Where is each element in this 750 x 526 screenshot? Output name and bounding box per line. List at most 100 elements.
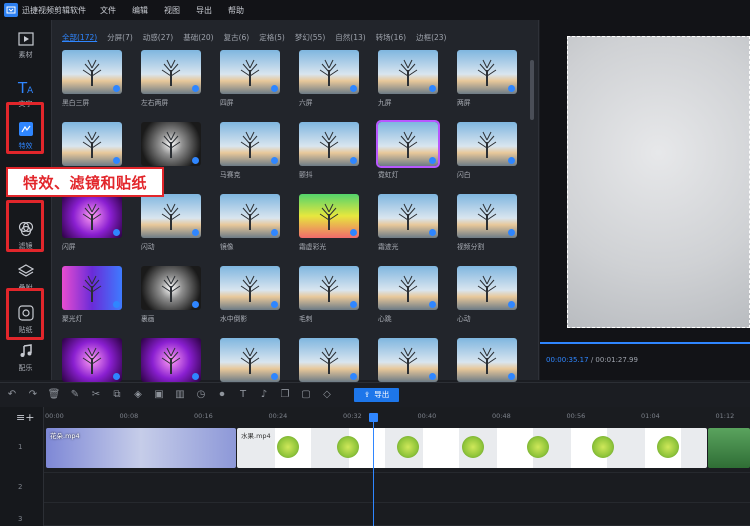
effect-item[interactable]: 心动 (457, 266, 517, 323)
delete-icon[interactable]: 🗑 (48, 389, 61, 401)
undo-icon[interactable]: ↶ (6, 389, 18, 401)
speed-icon[interactable]: ◈ (132, 389, 144, 401)
time-ruler[interactable]: 00:00 00:08 00:16 00:24 00:32 00:40 00:48 00:56… (44, 407, 750, 423)
lime-thumb (527, 436, 549, 458)
duplicate-icon[interactable]: ❐ (279, 389, 291, 401)
tab-transition[interactable]: 转场(16) (376, 32, 406, 43)
track-label-1: 1 (18, 443, 23, 451)
ruler-tick: 01:12 (715, 412, 735, 420)
menu-edit[interactable]: 编辑 (132, 5, 148, 16)
tree-icon (319, 347, 339, 374)
download-badge-icon (350, 301, 357, 308)
effect-item[interactable]: 四屏 (220, 50, 280, 107)
panel-scrollbar[interactable] (530, 60, 534, 120)
effect-thumbnail (457, 266, 517, 310)
volume-icon[interactable]: ♪ (258, 389, 270, 401)
playhead-knob[interactable] (369, 413, 378, 422)
effect-item[interactable]: 聚光灯 (62, 266, 122, 323)
music-icon (20, 344, 32, 357)
ruler-tick: 01:04 (641, 412, 660, 420)
effect-item[interactable]: 霜迹光 (378, 194, 438, 251)
add-track-icon[interactable]: ≡+ (16, 411, 34, 424)
effect-thumbnail (62, 194, 122, 238)
ruler-tick: 00:00 (45, 412, 64, 420)
text-add-icon[interactable]: T (237, 389, 249, 401)
clip-fruit[interactable]: 水果.mp4 (237, 428, 707, 468)
clip-green[interactable] (708, 428, 750, 468)
menu-export[interactable]: 导出 (196, 5, 212, 16)
effect-thumbnail (220, 266, 280, 310)
effect-item[interactable]: 黑白三屏 (62, 50, 122, 107)
effect-item[interactable]: 霜虚彩光 (299, 194, 359, 251)
effect-item[interactable]: 水中倒影 (220, 266, 280, 323)
download-badge-icon (192, 85, 199, 92)
crop-icon[interactable]: ⧉ (111, 389, 123, 401)
clip-flowers[interactable]: 花朵.mp4 (46, 428, 236, 468)
effect-item[interactable]: 心跳 (378, 266, 438, 323)
track-3 (44, 503, 750, 526)
preview-progress[interactable] (540, 342, 750, 344)
effect-thumbnail (141, 50, 201, 94)
tree-icon (240, 347, 260, 374)
download-badge-icon (350, 373, 357, 380)
download-badge-icon (192, 157, 199, 164)
tree-icon (161, 131, 181, 158)
mic-icon[interactable]: ⏺ (216, 389, 228, 401)
effect-thumbnail (220, 122, 280, 166)
tab-split[interactable]: 分屏(7) (107, 32, 133, 43)
effect-item[interactable]: 裏画 (141, 266, 201, 323)
edit-icon[interactable]: ✎ (69, 389, 81, 401)
effect-item[interactable]: 马赛克 (220, 122, 280, 179)
clock-icon[interactable]: ◷ (195, 389, 207, 401)
effect-thumbnail (378, 194, 438, 238)
menu-view[interactable]: 视图 (164, 5, 180, 16)
mosaic-icon[interactable]: ▣ (153, 389, 165, 401)
tab-basic[interactable]: 基础(20) (183, 32, 213, 43)
tree-icon (82, 347, 102, 374)
clip-name: 水果.mp4 (241, 432, 271, 440)
effect-label: 闪白 (457, 171, 471, 179)
rail-item-media[interactable]: 素材 (0, 20, 51, 72)
menu-file[interactable]: 文件 (100, 5, 116, 16)
chart-icon[interactable]: ▥ (174, 389, 186, 401)
effect-item[interactable]: 毛刺 (299, 266, 359, 323)
effect-item[interactable]: 闪白 (457, 122, 517, 179)
layers-icon (17, 264, 34, 277)
effect-item[interactable]: 闪屏 (62, 194, 122, 251)
effect-item[interactable]: 霓虹灯 (376, 120, 440, 179)
tab-retro[interactable]: 复古(6) (224, 32, 250, 43)
effect-item[interactable]: 六屏 (299, 50, 359, 107)
menu-help[interactable]: 帮助 (228, 5, 244, 16)
redo-icon[interactable]: ↷ (27, 389, 39, 401)
app-title: 迅捷视频剪辑软件 (22, 5, 86, 15)
tab-nature[interactable]: 自然(13) (335, 32, 365, 43)
freeze-icon[interactable]: ▢ (300, 389, 312, 401)
marker-icon[interactable]: ◇ (321, 389, 333, 401)
tab-dynamic[interactable]: 动感(27) (143, 32, 173, 43)
download-badge-icon (192, 229, 199, 236)
effect-label: 左右两屏 (141, 99, 169, 107)
tab-freeze[interactable]: 定格(5) (259, 32, 285, 43)
effect-label: 水中倒影 (220, 315, 248, 323)
tab-border[interactable]: 边框(23) (416, 32, 446, 43)
tree-icon (161, 347, 181, 374)
effect-item[interactable]: 镜像 (220, 194, 280, 251)
export-button[interactable]: ⇪ 导出 (354, 387, 400, 402)
effect-item[interactable]: 两屏 (457, 50, 517, 107)
effect-item[interactable]: 九屏 (378, 50, 438, 107)
effect-thumbnail (62, 338, 122, 382)
effect-label: 六屏 (299, 99, 313, 107)
effect-item[interactable]: 颤抖 (299, 122, 359, 179)
download-badge-icon (113, 157, 120, 164)
effect-item[interactable]: 视频分割 (457, 194, 517, 251)
tab-all[interactable]: 全部(172) (62, 32, 97, 43)
effect-label: 马赛克 (220, 171, 241, 179)
preview-video[interactable] (567, 36, 750, 328)
playhead[interactable] (369, 413, 378, 526)
highlight-box-sticker (6, 288, 44, 340)
download-badge-icon (429, 229, 436, 236)
effect-item[interactable]: 闪动 (141, 194, 201, 251)
effect-item[interactable]: 左右两屏 (141, 50, 201, 107)
tab-dream[interactable]: 梦幻(55) (295, 32, 325, 43)
cut-icon[interactable]: ✂ (90, 389, 102, 401)
